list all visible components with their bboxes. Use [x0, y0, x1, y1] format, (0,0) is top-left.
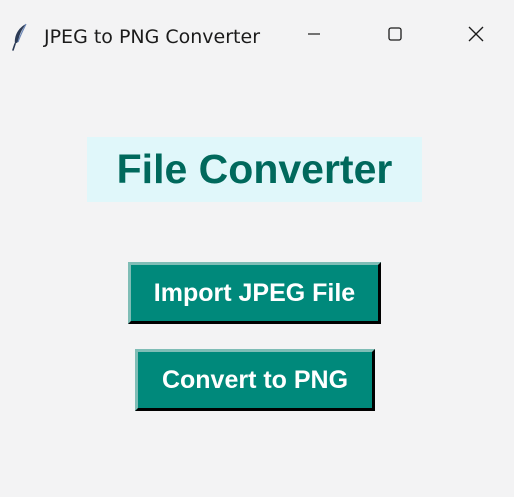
- feather-icon: [10, 22, 30, 52]
- import-jpeg-button[interactable]: Import JPEG File: [128, 262, 381, 324]
- page-title: File Converter: [87, 137, 422, 202]
- app-window: JPEG to PNG Converter File Converter Imp…: [0, 0, 514, 497]
- minimize-button[interactable]: [291, 16, 337, 56]
- convert-to-png-button[interactable]: Convert to PNG: [135, 349, 375, 411]
- title-bar[interactable]: JPEG to PNG Converter: [0, 0, 514, 66]
- maximize-button[interactable]: [372, 16, 418, 56]
- close-icon: [467, 25, 485, 48]
- window-title: JPEG to PNG Converter: [44, 26, 261, 48]
- maximize-icon: [387, 26, 403, 47]
- minimize-icon: [306, 26, 322, 47]
- close-button[interactable]: [453, 16, 499, 56]
